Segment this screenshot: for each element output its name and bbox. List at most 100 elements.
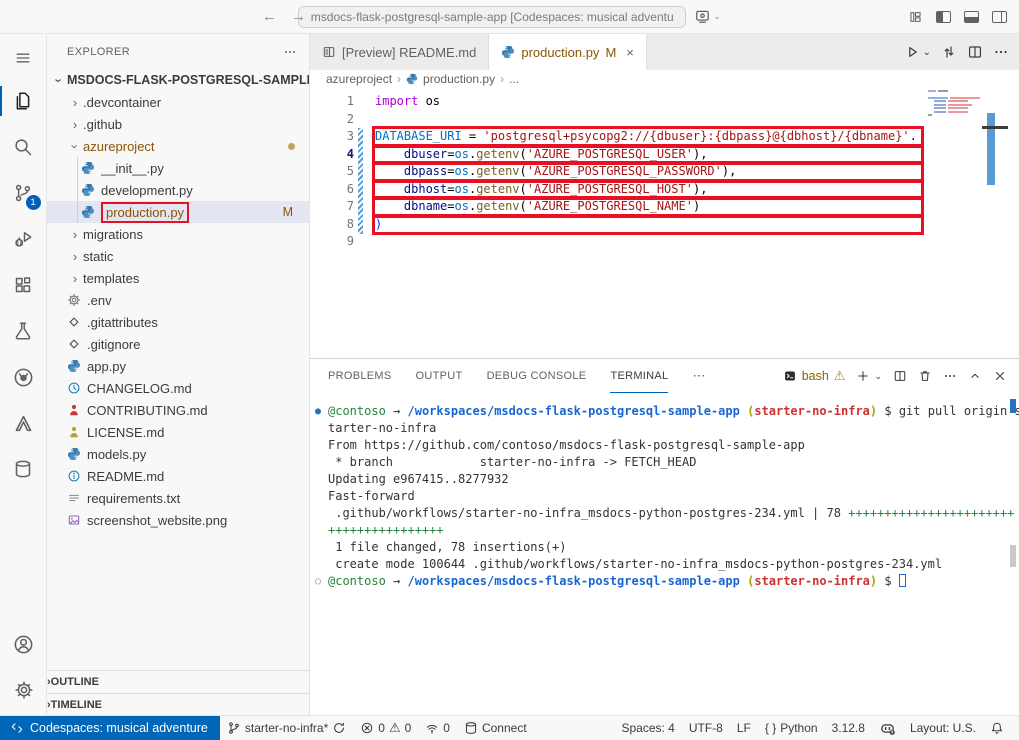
more-actions-icon[interactable] <box>943 369 957 383</box>
toggle-secondary-sidebar-icon[interactable] <box>992 11 1007 23</box>
more-actions-icon[interactable] <box>993 44 1009 60</box>
tree-item-devcontainer[interactable]: › .devcontainer <box>47 91 309 113</box>
tree-item-screenshot[interactable]: screenshot_website.png <box>47 509 309 531</box>
minimap[interactable] <box>926 88 987 358</box>
tab-output[interactable]: OUTPUT <box>416 359 463 393</box>
tab-terminal[interactable]: TERMINAL <box>610 359 668 393</box>
toggle-sidebar-icon[interactable] <box>936 11 951 23</box>
tab-debug-console[interactable]: DEBUG CONSOLE <box>487 359 587 393</box>
python-version-item[interactable]: 3.12.8 <box>825 721 872 735</box>
sidebar-item-run-debug[interactable] <box>0 216 47 262</box>
tab-readme-preview[interactable]: [Preview] README.md <box>310 34 489 70</box>
python-file-icon <box>67 359 81 373</box>
more-actions-icon[interactable] <box>283 45 297 59</box>
toggle-panel-icon[interactable] <box>964 11 979 23</box>
sidebar-item-source-control[interactable]: 1 <box>0 170 47 216</box>
tree-item-app-py[interactable]: app.py <box>47 355 309 377</box>
outline-section[interactable]: › OUTLINE <box>47 670 309 692</box>
maximize-panel-icon[interactable] <box>968 369 982 383</box>
ports-status-item[interactable]: 0 <box>418 721 457 735</box>
sidebar-item-extensions[interactable] <box>0 262 47 308</box>
sidebar-item-explorer[interactable] <box>0 78 47 124</box>
tree-item-requirements[interactable]: requirements.txt <box>47 487 309 509</box>
tree-item-models-py[interactable]: models.py <box>47 443 309 465</box>
encoding-status-item[interactable]: UTF-8 <box>682 721 730 735</box>
tree-item-github-folder[interactable]: › .github <box>47 113 309 135</box>
chevron-down-icon[interactable]: ⌄ <box>874 371 882 382</box>
remote-indicator[interactable]: Codespaces: musical adventure <box>0 716 220 740</box>
run-python-icon[interactable] <box>904 44 920 60</box>
annotation-red-box: production.py <box>101 202 189 223</box>
tab-problems[interactable]: PROBLEMS <box>328 359 392 393</box>
code-line: DATABASE_URI = 'postgresql+psycopg2://{d… <box>375 128 917 146</box>
tree-item-contributing[interactable]: CONTRIBUTING.md <box>47 399 309 421</box>
sidebar-item-database[interactable] <box>0 446 47 492</box>
kill-terminal-icon[interactable] <box>918 369 932 383</box>
breadcrumb-symbol[interactable]: ... <box>509 72 519 86</box>
terminal-output[interactable]: ●@contoso → /workspaces/msdocs-flask-pos… <box>310 393 1019 715</box>
tab-production-py[interactable]: production.py M × <box>489 34 647 70</box>
more-tabs-icon[interactable]: ⋯ <box>692 368 705 384</box>
tree-item-static[interactable]: › static <box>47 245 309 267</box>
split-terminal-icon[interactable] <box>893 369 907 383</box>
tab-modified-badge: M <box>605 45 616 60</box>
tree-item-label: .env <box>87 293 112 308</box>
codespace-menu-button[interactable]: ⌄ <box>694 8 721 25</box>
sidebar-item-search[interactable] <box>0 124 47 170</box>
run-dropdown-chevron-icon[interactable]: ⌄ <box>923 47 931 58</box>
git-modified-gutter <box>358 128 363 234</box>
python-file-icon <box>81 161 95 175</box>
terminal-shell-item[interactable]: bash ⚠ <box>783 368 846 384</box>
settings-button[interactable] <box>0 667 47 713</box>
branch-status-item[interactable]: starter-no-infra* <box>220 721 353 735</box>
tree-root[interactable]: › MSDOCS-FLASK-POSTGRESQL-SAMPLE-... <box>47 69 309 91</box>
close-icon[interactable]: × <box>626 45 634 60</box>
sidebar-item-github[interactable] <box>0 354 47 400</box>
line-number: 9 <box>310 233 354 251</box>
tree-item-env[interactable]: .env <box>47 289 309 311</box>
copilot-status-item[interactable] <box>872 720 903 737</box>
tree-item-changelog[interactable]: CHANGELOG.md <box>47 377 309 399</box>
problems-status-item[interactable]: 0 ⚠ 0 <box>353 720 418 736</box>
tree-item-development-py[interactable]: development.py <box>47 179 309 201</box>
tree-item-label: .gitignore <box>87 337 140 352</box>
new-terminal-icon[interactable] <box>856 369 870 383</box>
breadcrumb-file[interactable]: production.py <box>423 72 495 86</box>
tree-item-init-py[interactable]: __init__.py <box>47 157 309 179</box>
sidebar-item-azure[interactable] <box>0 400 47 446</box>
open-changes-icon[interactable] <box>941 44 957 60</box>
menu-button[interactable] <box>0 38 47 78</box>
tree-item-label: static <box>83 249 113 264</box>
scrollbar-modified-marker[interactable] <box>987 113 995 185</box>
sidebar-item-testing[interactable] <box>0 308 47 354</box>
tree-item-templates[interactable]: › templates <box>47 267 309 289</box>
bash-icon <box>783 369 797 383</box>
tree-item-gitattributes[interactable]: .gitattributes <box>47 311 309 333</box>
tree-item-license[interactable]: LICENSE.md <box>47 421 309 443</box>
line-number: 5 <box>310 163 354 181</box>
timeline-section[interactable]: › TIMELINE <box>47 693 309 715</box>
workbench: 1 EXPLORER › MSDOCS-FLASK-POSTGRESQL-SAM… <box>0 34 1019 715</box>
account-button[interactable] <box>0 621 47 667</box>
tree-item-production-py[interactable]: production.py M <box>47 201 309 223</box>
notifications-item[interactable] <box>983 721 1011 735</box>
connect-status-item[interactable]: Connect <box>457 721 534 735</box>
forward-arrow-button[interactable]: → <box>291 8 306 25</box>
keyboard-layout-item[interactable]: Layout: U.S. <box>903 721 983 735</box>
search-icon <box>13 137 33 157</box>
back-arrow-button[interactable]: ← <box>262 8 277 25</box>
customize-layout-icon[interactable] <box>908 10 923 24</box>
close-panel-icon[interactable] <box>993 369 1007 383</box>
tree-item-gitignore[interactable]: .gitignore <box>47 333 309 355</box>
split-editor-icon[interactable] <box>967 44 983 60</box>
code-editor[interactable]: 1 2 3 4 5 6 7 8 9 import os DATABASE_URI… <box>310 88 1019 358</box>
indentation-status-item[interactable]: Spaces: 4 <box>614 721 681 735</box>
tree-item-readme[interactable]: README.md <box>47 465 309 487</box>
terminal-scrollbar-thumb[interactable] <box>1010 545 1016 567</box>
command-center-search[interactable]: msdocs-flask-postgresql-sample-app [Code… <box>298 6 686 28</box>
breadcrumb-folder[interactable]: azureproject <box>326 72 392 86</box>
tree-item-migrations[interactable]: › migrations <box>47 223 309 245</box>
eol-status-item[interactable]: LF <box>730 721 758 735</box>
language-status-item[interactable]: { } Python <box>758 721 825 735</box>
tree-item-azureproject[interactable]: › azureproject <box>47 135 309 157</box>
